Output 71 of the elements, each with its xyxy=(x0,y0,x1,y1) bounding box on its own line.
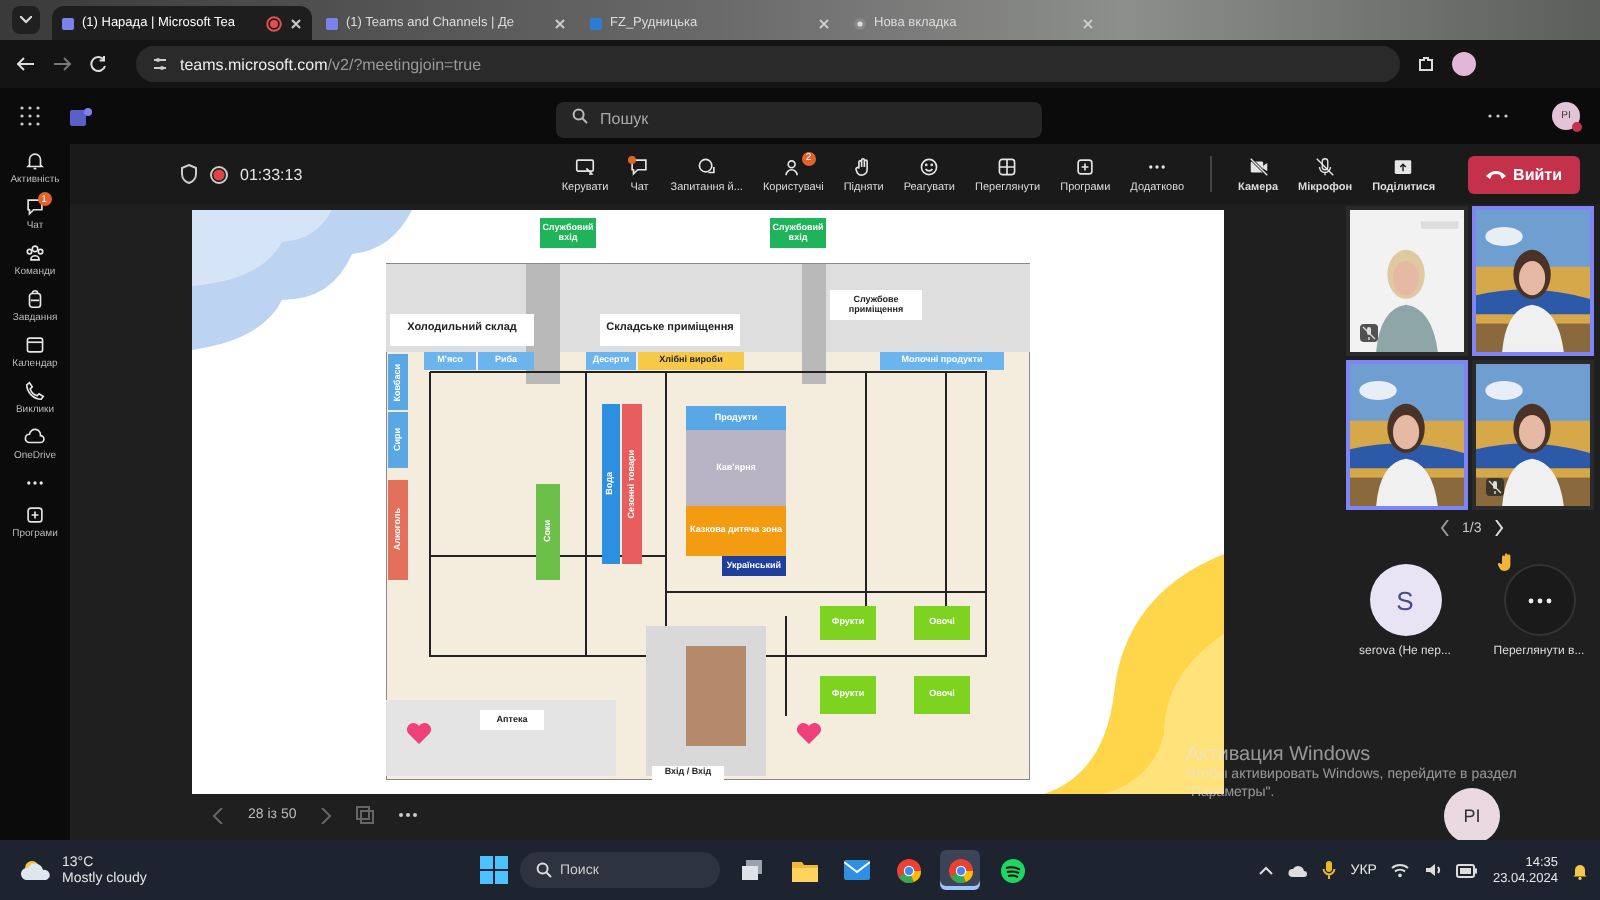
profile-avatar[interactable] xyxy=(1452,52,1476,76)
battery-icon[interactable] xyxy=(1456,863,1479,877)
reload-icon[interactable] xyxy=(88,54,108,74)
phone-icon xyxy=(24,380,46,402)
question-icon xyxy=(695,155,718,177)
add-app-icon xyxy=(1074,155,1097,177)
wifi-icon[interactable] xyxy=(1390,862,1411,878)
music-app-icon xyxy=(999,857,1025,883)
people-group-icon xyxy=(24,242,46,264)
browser-icon xyxy=(895,857,921,883)
heart-icon xyxy=(406,722,432,746)
mail-icon xyxy=(843,860,869,880)
backpack-icon xyxy=(24,288,46,310)
more-participants-button[interactable] xyxy=(1503,564,1575,636)
settings-icon[interactable] xyxy=(152,56,168,72)
video-tile[interactable] xyxy=(1346,360,1468,510)
microphone-icon[interactable] xyxy=(1322,860,1337,880)
folder-icon xyxy=(791,859,817,881)
task-view-icon xyxy=(740,858,764,882)
tab-list-button[interactable] xyxy=(12,6,40,34)
bell-icon[interactable] xyxy=(1572,861,1588,879)
previous-icon[interactable] xyxy=(212,807,224,823)
chevron-up-icon[interactable] xyxy=(1258,865,1275,875)
caret-icon xyxy=(20,16,32,24)
grid-icon xyxy=(996,155,1019,177)
copy-icon[interactable] xyxy=(356,806,375,824)
camera-icon xyxy=(1247,155,1270,177)
back-icon[interactable] xyxy=(16,54,36,74)
search-icon xyxy=(536,862,552,878)
screen-icon xyxy=(574,155,597,177)
cloud-icon xyxy=(24,426,46,448)
smile-icon xyxy=(918,155,941,177)
microphone-icon xyxy=(1314,155,1337,177)
share-icon xyxy=(1392,155,1415,177)
more-icon[interactable] xyxy=(398,812,419,818)
add-app-icon xyxy=(24,504,46,526)
cloud-icon[interactable] xyxy=(1288,863,1309,877)
start-icon[interactable] xyxy=(480,856,508,884)
more-icon xyxy=(1527,597,1551,603)
teams-icon xyxy=(60,15,76,31)
bell-icon xyxy=(24,150,46,172)
close-icon[interactable] xyxy=(288,15,304,31)
document-icon xyxy=(588,15,604,31)
more-icon[interactable] xyxy=(1488,112,1508,120)
extensions-icon[interactable] xyxy=(1416,54,1436,74)
video-tile[interactable] xyxy=(1346,206,1468,356)
browser-icon xyxy=(852,15,868,31)
hang-up-icon xyxy=(1485,168,1506,180)
taskbar-app[interactable] xyxy=(940,850,980,890)
teams-icon xyxy=(324,15,340,31)
video-tile[interactable] xyxy=(1472,360,1594,510)
calendar-icon xyxy=(24,334,46,356)
previous-icon[interactable] xyxy=(1440,520,1450,536)
search-icon xyxy=(572,108,588,124)
app-launcher-icon[interactable] xyxy=(20,106,40,126)
cloud-icon xyxy=(20,858,52,882)
meeting-timer: 01:33:13 xyxy=(240,165,303,183)
video-tile[interactable] xyxy=(1472,206,1594,356)
browser-icon xyxy=(947,857,973,883)
participant-avatar[interactable]: S xyxy=(1369,564,1441,636)
heart-icon xyxy=(796,722,822,746)
speaker-icon[interactable] xyxy=(1424,862,1443,878)
leave-button[interactable]: Вийти xyxy=(1467,155,1580,193)
chat-icon xyxy=(628,155,651,177)
address-bar[interactable]: teams.microsoft.com/v2/?meetingjoin=true xyxy=(136,46,1400,82)
teams-logo xyxy=(70,105,92,127)
search-field[interactable]: Пошук xyxy=(556,101,1042,137)
chat-icon xyxy=(24,196,46,218)
forward-icon[interactable] xyxy=(52,54,72,74)
shield-icon xyxy=(180,164,198,184)
self-view-avatar: PI xyxy=(1444,788,1500,844)
